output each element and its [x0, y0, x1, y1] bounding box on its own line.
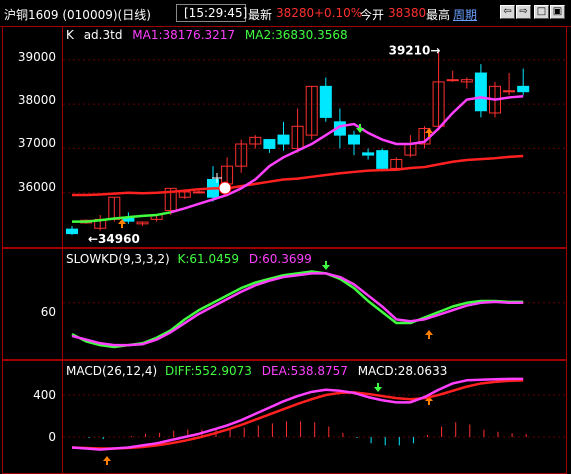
- candle-body: [376, 150, 389, 169]
- candle-body: [474, 72, 487, 112]
- macd-dea-line: [71, 379, 524, 450]
- ma2-line: [72, 154, 524, 197]
- sell-signal-arrow-icon: [322, 261, 330, 270]
- candle-body: [517, 85, 530, 93]
- low-annotation: ←34960: [88, 232, 140, 246]
- chart-canvas[interactable]: 39210→ ←34960: [0, 0, 571, 474]
- buy-signal-arrow-icon: [425, 330, 433, 339]
- kd-d-line: [71, 272, 524, 347]
- smiley-icon: [218, 181, 232, 195]
- candle-body: [263, 139, 276, 149]
- stock-chart-window: 沪铜1609 (010009)(日线) [15:29:45] 最新 38280 …: [0, 0, 571, 474]
- buy-signal-arrow-icon: [103, 456, 111, 465]
- candle-body: [503, 90, 516, 93]
- candle-body: [362, 152, 375, 156]
- candle-body: [446, 79, 459, 82]
- candle-body: [319, 85, 332, 118]
- high-annotation: 39210→: [389, 43, 441, 57]
- candle-body: [66, 228, 78, 235]
- candle-body: [192, 191, 205, 194]
- sell-signal-arrow-icon: [374, 383, 382, 392]
- ma1-line: [170, 95, 524, 214]
- candle-body: [348, 134, 360, 145]
- candle-body: [277, 134, 290, 145]
